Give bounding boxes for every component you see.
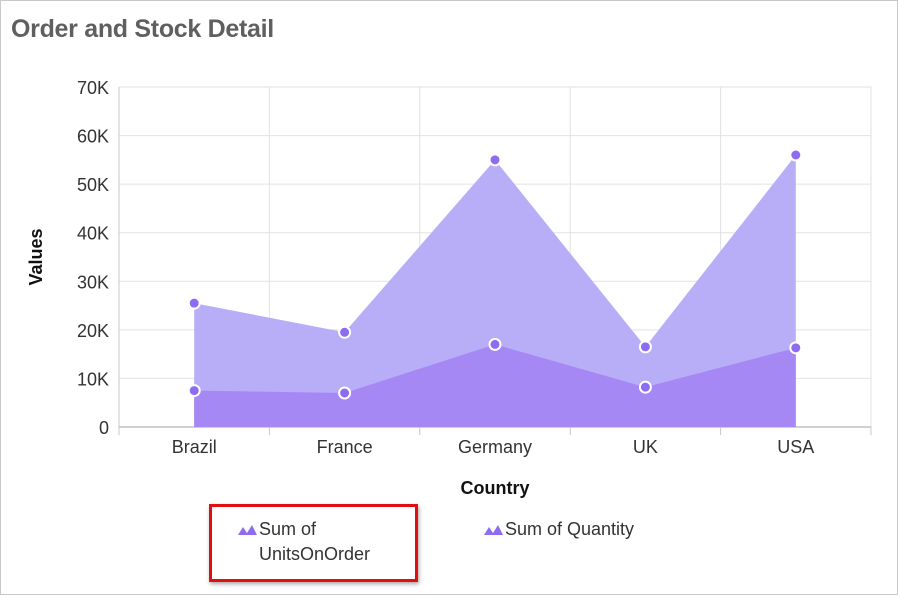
legend-highlight-box [209,504,418,582]
y-tick-label: 70K [77,78,109,98]
marker-sum-of-unitsonorder [338,386,352,400]
marker-sum-of-unitsonorder [187,384,201,398]
marker-sum-of-quantity [638,340,652,354]
y-tick-label: 50K [77,175,109,195]
y-tick-label: 40K [77,224,109,244]
x-axis-title: Country [461,478,530,498]
x-tick-label: France [317,437,373,457]
area-icon [484,525,503,535]
x-tick-label: UK [633,437,658,457]
y-axis-title: Values [26,228,46,285]
area-chart: 0 10K 20K 30K 40K 50K 60K 70K Brazil France German… [26,78,872,498]
x-tick-label: Brazil [172,437,217,457]
legend-label: Sum of Quantity [505,519,635,539]
marker-sum-of-quantity [789,148,803,162]
y-tick-label: 20K [77,321,109,341]
x-tick-label: USA [777,437,814,457]
y-tick-label: 10K [77,369,109,389]
marker-sum-of-unitsonorder [488,337,502,351]
legend-item-quantity[interactable]: Sum of Quantity [483,517,655,542]
y-tick-label: 30K [77,272,109,292]
chart-panel: Order and Stock Detail 0 10K 20K 30K 40K 50K 6… [0,0,898,595]
y-tick-label: 0 [99,418,109,438]
marker-sum-of-quantity [338,325,352,339]
marker-sum-of-unitsonorder [638,380,652,394]
x-tick-label: Germany [458,437,532,457]
marker-sum-of-quantity [187,296,201,310]
marker-sum-of-quantity [488,153,502,167]
marker-sum-of-unitsonorder [789,341,803,355]
y-tick-label: 60K [77,127,109,147]
